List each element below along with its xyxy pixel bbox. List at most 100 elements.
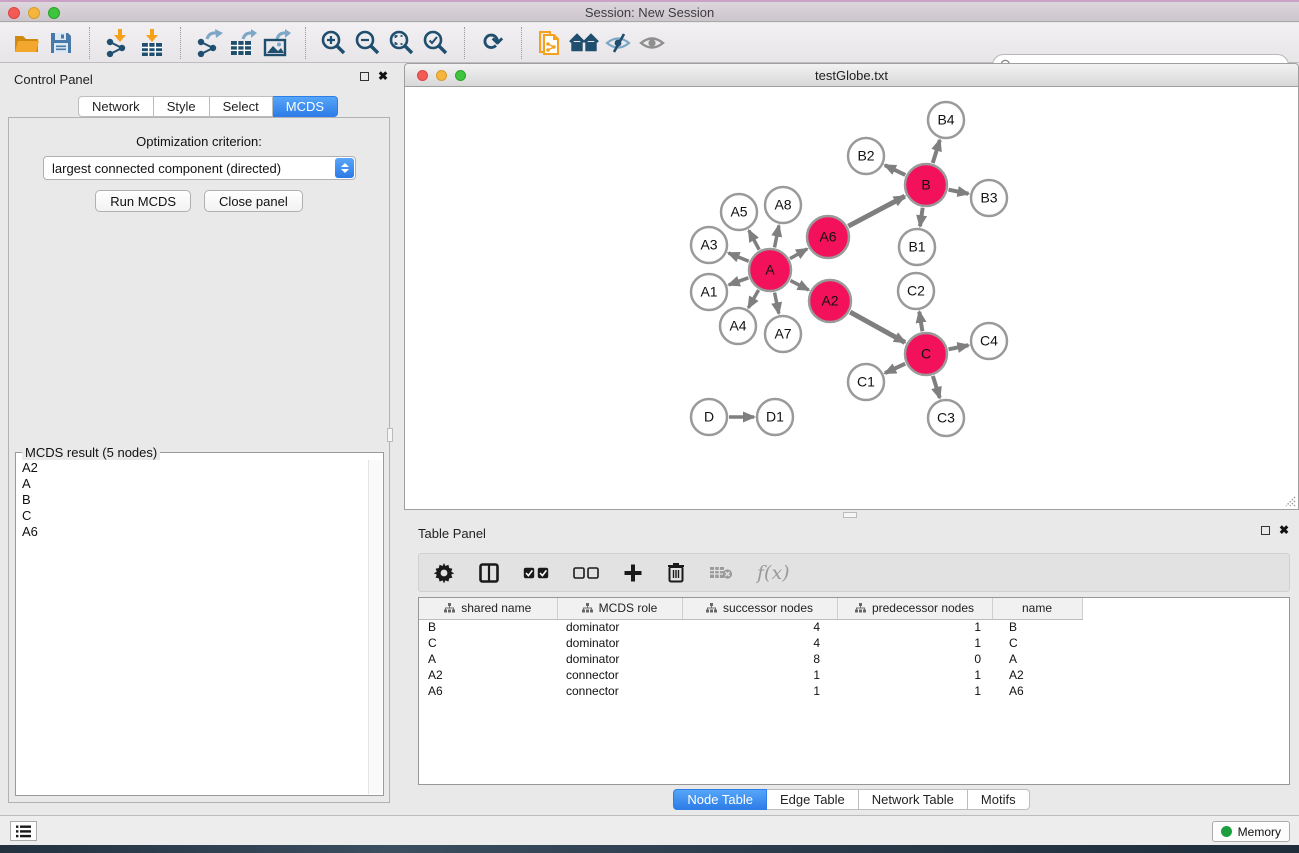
table-cell[interactable]: A2 [992, 667, 1082, 683]
node-table[interactable]: shared name MCDS role successor nodes pr… [419, 598, 1289, 699]
table-row[interactable]: A6connector11A6 [419, 683, 1289, 699]
table-cell[interactable] [1082, 635, 1289, 651]
table-cell[interactable]: dominator [557, 635, 682, 651]
graph-edge-A-A3[interactable] [728, 253, 748, 261]
column-header-successor-nodes[interactable]: successor nodes [682, 598, 837, 619]
table-cell[interactable] [1082, 651, 1289, 667]
select-all-columns-icon[interactable] [523, 560, 549, 586]
close-table-panel-icon[interactable]: ✖ [1279, 526, 1289, 535]
column-header-mcds-role[interactable]: MCDS role [557, 598, 682, 619]
graph-edge-B-B1[interactable] [920, 208, 923, 226]
table-row[interactable]: Adominator80A [419, 651, 1289, 667]
table-cell[interactable]: 1 [682, 667, 837, 683]
zoom-fit-icon[interactable] [385, 27, 419, 59]
result-list-item[interactable]: B [22, 492, 368, 508]
table-cell[interactable]: 1 [682, 683, 837, 699]
result-list-item[interactable]: A2 [22, 460, 368, 476]
table-cell[interactable]: C [992, 635, 1082, 651]
zoom-out-icon[interactable] [351, 27, 385, 59]
table-row[interactable]: Cdominator41C [419, 635, 1289, 651]
hide-details-eye-slash-icon[interactable] [601, 27, 635, 59]
graph-edge-A-A2[interactable] [790, 281, 808, 290]
delete-table-icon[interactable] [709, 560, 733, 586]
graph-edge-C-C3[interactable] [933, 376, 940, 398]
table-cell[interactable]: 4 [682, 635, 837, 651]
table-cell[interactable]: B [992, 619, 1082, 635]
table-cell[interactable]: connector [557, 667, 682, 683]
table-row[interactable]: Bdominator41B [419, 619, 1289, 635]
table-cell[interactable]: 1 [837, 667, 992, 683]
close-panel-button[interactable]: Close panel [204, 190, 303, 212]
export-table-icon[interactable] [226, 27, 260, 59]
table-cell[interactable]: 4 [682, 619, 837, 635]
open-session-icon[interactable] [10, 27, 44, 59]
unselect-all-columns-icon[interactable] [573, 560, 599, 586]
table-cell[interactable]: connector [557, 683, 682, 699]
zoom-in-icon[interactable] [317, 27, 351, 59]
memory-button[interactable]: Memory [1212, 821, 1290, 842]
table-cell[interactable]: 1 [837, 635, 992, 651]
home-icon[interactable] [567, 27, 601, 59]
tab-mcds[interactable]: MCDS [273, 96, 338, 117]
result-list-item[interactable]: A6 [22, 524, 368, 540]
create-new-column-icon[interactable] [623, 560, 643, 586]
graph-edge-C-C2[interactable] [919, 312, 922, 332]
table-cell[interactable]: 1 [837, 619, 992, 635]
float-table-panel-icon[interactable] [1261, 526, 1270, 535]
refresh-layout-icon[interactable]: ⟳ [476, 27, 510, 59]
tab-network[interactable]: Network [78, 96, 154, 117]
task-history-button[interactable] [10, 821, 37, 841]
import-table-icon[interactable] [135, 27, 169, 59]
zoom-selected-icon[interactable] [419, 27, 453, 59]
tab-network-table[interactable]: Network Table [859, 789, 968, 810]
table-cell[interactable]: A [992, 651, 1082, 667]
result-list-scrollbar[interactable] [368, 460, 382, 794]
tab-node-table[interactable]: Node Table [673, 789, 767, 810]
column-header-shared-name[interactable]: shared name [419, 598, 557, 619]
run-mcds-button[interactable]: Run MCDS [95, 190, 191, 212]
export-network-icon[interactable] [192, 27, 226, 59]
result-list-item[interactable]: C [22, 508, 368, 524]
table-cell[interactable]: B [419, 619, 557, 635]
graph-edge-C-C4[interactable] [949, 345, 969, 349]
table-cell[interactable]: 0 [837, 651, 992, 667]
table-cell[interactable] [1082, 683, 1289, 699]
new-network-from-selection-icon[interactable] [533, 27, 567, 59]
tab-select[interactable]: Select [210, 96, 273, 117]
graph-edge-A-A4[interactable] [748, 290, 758, 308]
column-header-name[interactable]: name [992, 598, 1082, 619]
table-cell[interactable] [1082, 619, 1289, 635]
export-image-icon[interactable] [260, 27, 294, 59]
graph-edge-A6-B[interactable] [848, 196, 904, 226]
delete-columns-trash-icon[interactable] [667, 560, 685, 586]
column-header-predecessor-nodes[interactable]: predecessor nodes [837, 598, 992, 619]
tab-style[interactable]: Style [154, 96, 210, 117]
show-details-eye-icon[interactable] [635, 27, 669, 59]
table-options-gear-icon[interactable] [433, 560, 455, 586]
result-list-item[interactable]: A [22, 476, 368, 492]
table-cell[interactable]: 1 [837, 683, 992, 699]
graph-edge-C-C1[interactable] [885, 364, 905, 373]
tab-edge-table[interactable]: Edge Table [767, 789, 859, 810]
import-network-icon[interactable] [101, 27, 135, 59]
table-cell[interactable]: C [419, 635, 557, 651]
mcds-result-list[interactable]: A2ABCA6 [17, 460, 368, 794]
graph-edge-A-A1[interactable] [729, 278, 749, 285]
table-cell[interactable]: A2 [419, 667, 557, 683]
graph-edge-A-A6[interactable] [790, 249, 807, 259]
table-cell[interactable] [1082, 667, 1289, 683]
table-cell[interactable]: A6 [419, 683, 557, 699]
tab-motifs[interactable]: Motifs [968, 789, 1030, 810]
function-builder-fx[interactable]: f(x) [757, 562, 790, 584]
network-canvas[interactable]: B4B2BB3A8A5A6A3B1AA1C2A2A4A7C4CC1C3DD1 [404, 87, 1299, 510]
criterion-dropdown[interactable]: largest connected component (directed) [43, 156, 356, 180]
table-cell[interactable]: 8 [682, 651, 837, 667]
table-cell[interactable]: dominator [557, 651, 682, 667]
float-panel-icon[interactable] [360, 72, 369, 81]
save-session-icon[interactable] [44, 27, 78, 59]
graph-edge-A-A8[interactable] [775, 226, 779, 248]
table-cell[interactable]: A6 [992, 683, 1082, 699]
vertical-splitter-grip[interactable] [387, 428, 393, 442]
graph-edge-B-B4[interactable] [933, 140, 940, 163]
graph-edge-A2-C[interactable] [850, 312, 905, 342]
